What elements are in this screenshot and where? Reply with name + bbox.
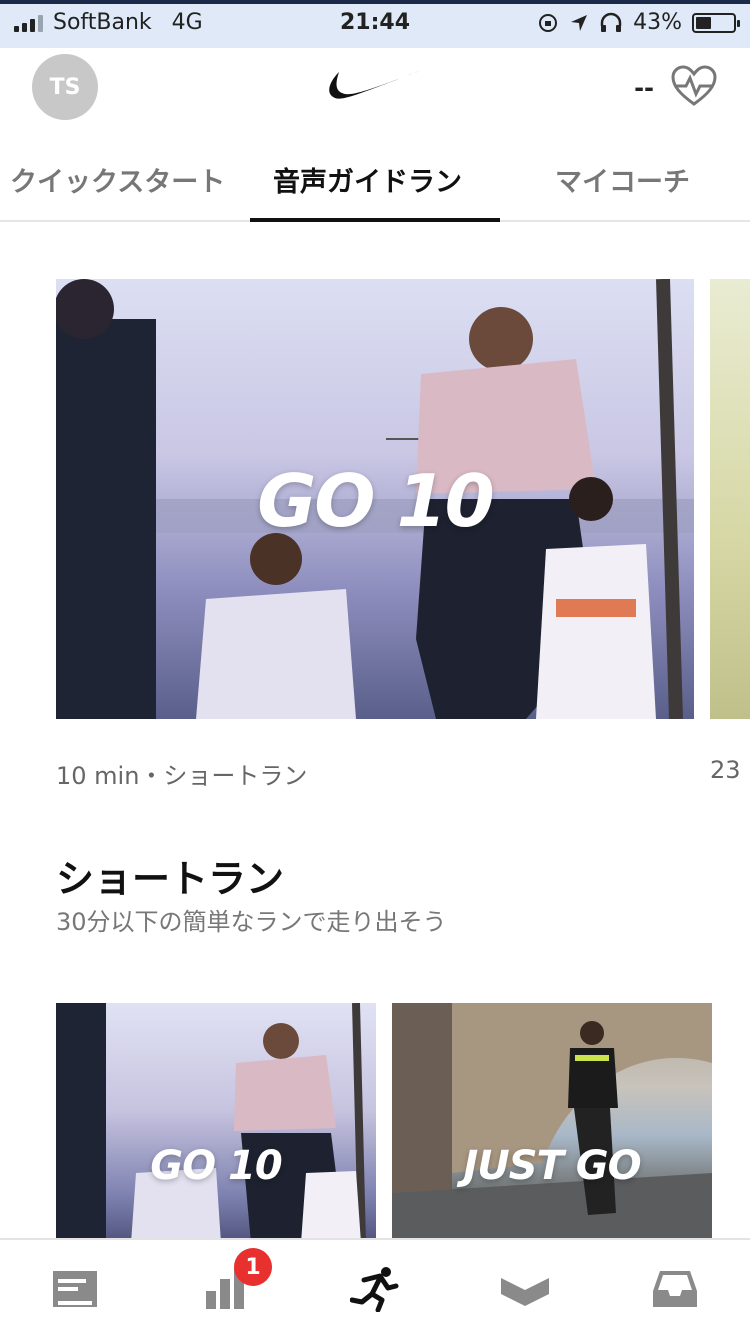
run-card-go10-image xyxy=(56,1003,366,1243)
next-run-meta: 23 xyxy=(710,756,741,784)
battery-percent: 43% xyxy=(633,10,682,35)
headphones-icon xyxy=(600,12,622,32)
tab-bar-top: クイックスタート 音声ガイドラン マイコーチ xyxy=(0,148,750,222)
activity-badge: 1 xyxy=(234,1248,272,1286)
featured-run-card[interactable]: GO 10 xyxy=(56,279,694,719)
active-tab-indicator xyxy=(250,218,500,222)
avatar[interactable]: TS xyxy=(32,54,98,120)
tab-guided-runs[interactable]: 音声ガイドラン xyxy=(273,160,462,199)
section-subtitle: 30分以下の簡単なランで走り出そう xyxy=(56,908,447,936)
section-title: ショートラン xyxy=(56,857,285,901)
run-card-go10-title: GO 10 xyxy=(150,1143,282,1189)
status-bar: SoftBank 4G 21:44 43% xyxy=(0,0,750,48)
next-run-card-peek[interactable] xyxy=(710,279,750,719)
bottom-tab-bar: 1 xyxy=(0,1238,750,1334)
tab-feed[interactable] xyxy=(50,1266,100,1312)
run-card-just-go-image xyxy=(392,1003,712,1243)
tab-inbox[interactable] xyxy=(650,1266,700,1312)
status-right: 43% xyxy=(537,10,740,35)
feed-icon xyxy=(53,1271,97,1307)
tab-plans[interactable] xyxy=(500,1266,550,1312)
inbox-icon xyxy=(653,1271,697,1307)
run-card-go10[interactable]: GO 10 xyxy=(56,1003,376,1243)
plans-icon xyxy=(501,1278,549,1306)
run-icon xyxy=(350,1267,399,1312)
header: TS -- xyxy=(0,48,750,138)
heart-rate-value: -- xyxy=(634,74,654,102)
tab-my-coach[interactable]: マイコーチ xyxy=(555,160,690,199)
run-card-just-go[interactable]: JUST GO xyxy=(392,1003,712,1243)
location-icon xyxy=(571,14,588,31)
nike-logo-icon xyxy=(329,70,422,99)
battery-icon xyxy=(692,12,740,33)
featured-run-title: GO 10 xyxy=(257,459,495,543)
tab-quick-start[interactable]: クイックスタート xyxy=(10,160,225,199)
rotation-lock-icon xyxy=(539,13,558,32)
featured-run-meta: 10 min・ショートラン xyxy=(56,762,308,790)
tab-run[interactable] xyxy=(350,1266,400,1312)
run-card-just-go-title: JUST GO xyxy=(463,1143,641,1189)
heart-rate-icon[interactable] xyxy=(670,64,718,108)
